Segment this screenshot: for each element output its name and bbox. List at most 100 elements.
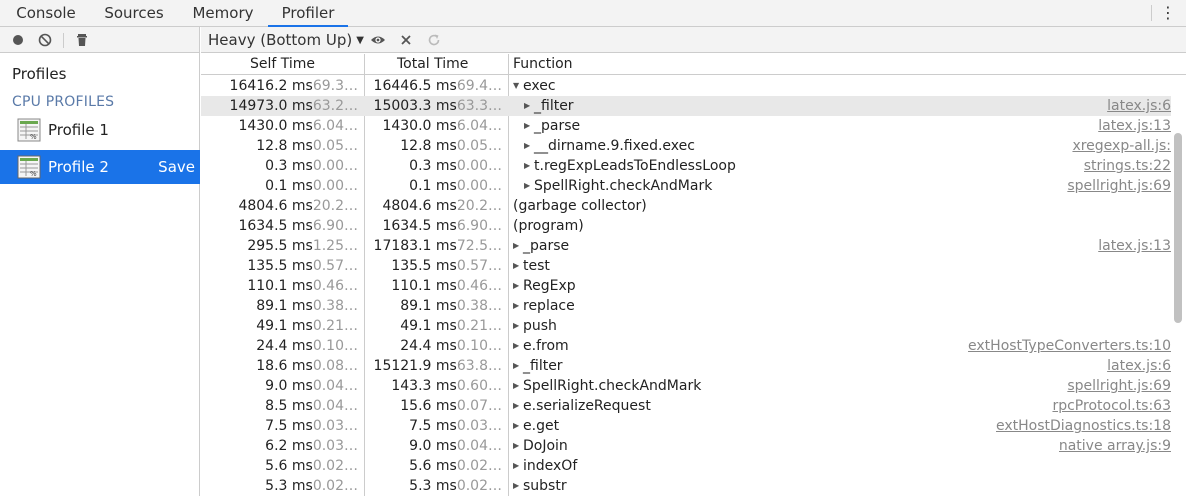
source-link[interactable]: native array.js:9: [1059, 436, 1171, 456]
profile-label: Profile 2: [48, 158, 109, 176]
table-row[interactable]: 5.3 ms0.02… 5.3 ms0.02… ▶ substr: [201, 476, 1186, 496]
scrollbar[interactable]: [1171, 76, 1186, 496]
collapsed-triangle-icon[interactable]: ▶: [513, 476, 523, 496]
scrollbar-thumb[interactable]: [1174, 133, 1182, 323]
table-row[interactable]: 12.8 ms0.05… 12.8 ms0.05… ▶ __dirname.9.fix…: [201, 136, 1186, 156]
source-link[interactable]: strings.ts:22: [1084, 156, 1171, 176]
source-link[interactable]: extHostTypeConverters.ts:10: [968, 336, 1171, 356]
collapsed-triangle-icon[interactable]: ▶: [513, 376, 523, 396]
save-profile-button[interactable]: Save: [158, 158, 195, 176]
tab-sources[interactable]: Sources: [96, 0, 172, 26]
table-row[interactable]: 4804.6 ms20.2… 4804.6 ms20.2… (garbage col…: [201, 196, 1186, 216]
collapsed-triangle-icon[interactable]: ▶: [524, 136, 534, 156]
function-cell: ▶ push: [513, 316, 557, 336]
table-row[interactable]: 110.1 ms0.46… 110.1 ms0.46… ▶ RegExp: [201, 276, 1186, 296]
self-time-percent: 1.25…: [312, 238, 358, 254]
table-row[interactable]: 295.5 ms1.25… 17183.1 ms72.5… ▶ _parse latex…: [201, 236, 1186, 256]
collapsed-triangle-icon[interactable]: ▶: [524, 176, 534, 196]
expanded-triangle-icon[interactable]: ▼: [513, 76, 523, 96]
collapsed-triangle-icon[interactable]: ▶: [513, 316, 523, 336]
self-time-percent: 0.04…: [312, 378, 358, 394]
total-time-percent: 0.46…: [456, 278, 502, 294]
clear-icon[interactable]: [37, 32, 53, 48]
cpu-profile-icon: %: [17, 118, 41, 142]
column-header-self-time[interactable]: Self Time: [250, 54, 315, 75]
function-cell: ▶ SpellRight.checkAndMark: [513, 376, 701, 396]
collapsed-triangle-icon[interactable]: ▶: [513, 436, 523, 456]
source-link[interactable]: spellright.js:69: [1067, 376, 1171, 396]
collapsed-triangle-icon[interactable]: ▶: [524, 96, 534, 116]
record-icon[interactable]: [10, 32, 26, 48]
self-time-value: 18.6 ms: [256, 358, 313, 374]
total-time-cell: 1634.5 ms6.90…: [365, 216, 502, 236]
column-header-total-time[interactable]: Total Time: [397, 54, 468, 75]
table-row[interactable]: 135.5 ms0.57… 135.5 ms0.57… ▶ test: [201, 256, 1186, 276]
self-time-value: 4804.6 ms: [238, 198, 313, 214]
table-row[interactable]: 5.6 ms0.02… 5.6 ms0.02… ▶ indexOf: [201, 456, 1186, 476]
source-link[interactable]: latex.js:6: [1107, 96, 1171, 116]
collapsed-triangle-icon[interactable]: ▶: [513, 296, 523, 316]
self-time-cell: 6.2 ms0.03…: [201, 436, 358, 456]
self-time-cell: 1430.0 ms6.04…: [201, 116, 358, 136]
tab-profiler[interactable]: Profiler: [268, 0, 348, 27]
total-time-value: 17183.1 ms: [373, 238, 457, 254]
self-time-percent: 0.02…: [312, 458, 358, 474]
collapsed-triangle-icon[interactable]: ▶: [513, 356, 523, 376]
table-row[interactable]: 8.5 ms0.04… 15.6 ms0.07… ▶ e.serializeReque…: [201, 396, 1186, 416]
table-row[interactable]: 49.1 ms0.21… 49.1 ms0.21… ▶ push: [201, 316, 1186, 336]
more-options-icon[interactable]: ⋮: [1158, 4, 1178, 24]
source-link[interactable]: latex.js:13: [1098, 116, 1171, 136]
source-link[interactable]: xregexp-all.js:: [1072, 136, 1171, 156]
collapsed-triangle-icon[interactable]: ▶: [513, 236, 523, 256]
table-row[interactable]: 0.3 ms0.00… 0.3 ms0.00… ▶ t.regExpLeadsToEn…: [201, 156, 1186, 176]
profile-item-1[interactable]: % Profile 1: [0, 113, 200, 147]
table-row[interactable]: 7.5 ms0.03… 7.5 ms0.03… ▶ e.get extHostDiagn…: [201, 416, 1186, 436]
close-icon[interactable]: [398, 32, 414, 48]
total-time-percent: 0.60…: [456, 378, 502, 394]
profile-item-2[interactable]: % Profile 2 Save: [0, 150, 200, 184]
trash-icon[interactable]: [74, 32, 90, 48]
total-time-cell: 15003.3 ms63.3…: [365, 96, 502, 116]
table-row[interactable]: 18.6 ms0.08… 15121.9 ms63.8… ▶ _filter latex…: [201, 356, 1186, 376]
function-name: SpellRight.checkAndMark: [523, 378, 702, 394]
function-cell: ▶ substr: [513, 476, 567, 496]
collapsed-triangle-icon[interactable]: ▶: [513, 416, 523, 436]
total-time-percent: 0.38…: [456, 298, 502, 314]
total-time-value: 143.3 ms: [391, 378, 457, 394]
total-time-percent: 0.00…: [456, 158, 502, 174]
source-link[interactable]: spellright.js:69: [1067, 176, 1171, 196]
source-link[interactable]: latex.js:13: [1098, 236, 1171, 256]
function-name: replace: [523, 298, 575, 314]
table-row[interactable]: 89.1 ms0.38… 89.1 ms0.38… ▶ replace: [201, 296, 1186, 316]
tab-console[interactable]: Console: [8, 0, 84, 26]
eye-icon[interactable]: [370, 32, 386, 48]
source-link[interactable]: extHostDiagnostics.ts:18: [996, 416, 1171, 436]
function-cell: (program): [513, 216, 584, 236]
function-cell: ▶ _filter: [513, 356, 563, 376]
collapsed-triangle-icon[interactable]: ▶: [513, 276, 523, 296]
self-time-percent: 6.90…: [312, 218, 358, 234]
table-row[interactable]: 1634.5 ms6.90… 1634.5 ms6.90… (program): [201, 216, 1186, 236]
table-row[interactable]: 14973.0 ms63.2… 15003.3 ms63.3… ▶ _filter la…: [201, 96, 1186, 116]
total-time-percent: 6.90…: [456, 218, 502, 234]
view-mode-select[interactable]: Heavy (Bottom Up) ▼: [208, 31, 364, 49]
collapsed-triangle-icon[interactable]: ▶: [524, 156, 534, 176]
function-cell: ▶ indexOf: [513, 456, 577, 476]
collapsed-triangle-icon[interactable]: ▶: [513, 336, 523, 356]
column-header-function[interactable]: Function: [513, 54, 573, 75]
tab-memory[interactable]: Memory: [184, 0, 262, 26]
table-row[interactable]: 16416.2 ms69.3… 16446.5 ms69.4… ▼ exec: [201, 76, 1186, 96]
source-link[interactable]: latex.js:6: [1107, 356, 1171, 376]
total-time-cell: 0.3 ms0.00…: [365, 156, 502, 176]
self-time-percent: 0.03…: [312, 418, 358, 434]
table-row[interactable]: 6.2 ms0.03… 9.0 ms0.04… ▶ DoJoin native arra…: [201, 436, 1186, 456]
table-row[interactable]: 1430.0 ms6.04… 1430.0 ms6.04… ▶ _parse latex…: [201, 116, 1186, 136]
collapsed-triangle-icon[interactable]: ▶: [513, 456, 523, 476]
collapsed-triangle-icon[interactable]: ▶: [524, 116, 534, 136]
table-row[interactable]: 24.4 ms0.10… 24.4 ms0.10… ▶ e.from extHostTy…: [201, 336, 1186, 356]
table-row[interactable]: 9.0 ms0.04… 143.3 ms0.60… ▶ SpellRight.chec…: [201, 376, 1186, 396]
collapsed-triangle-icon[interactable]: ▶: [513, 396, 523, 416]
source-link[interactable]: rpcProtocol.ts:63: [1052, 396, 1171, 416]
table-row[interactable]: 0.1 ms0.00… 0.1 ms0.00… ▶ SpellRight.checkA…: [201, 176, 1186, 196]
collapsed-triangle-icon[interactable]: ▶: [513, 256, 523, 276]
